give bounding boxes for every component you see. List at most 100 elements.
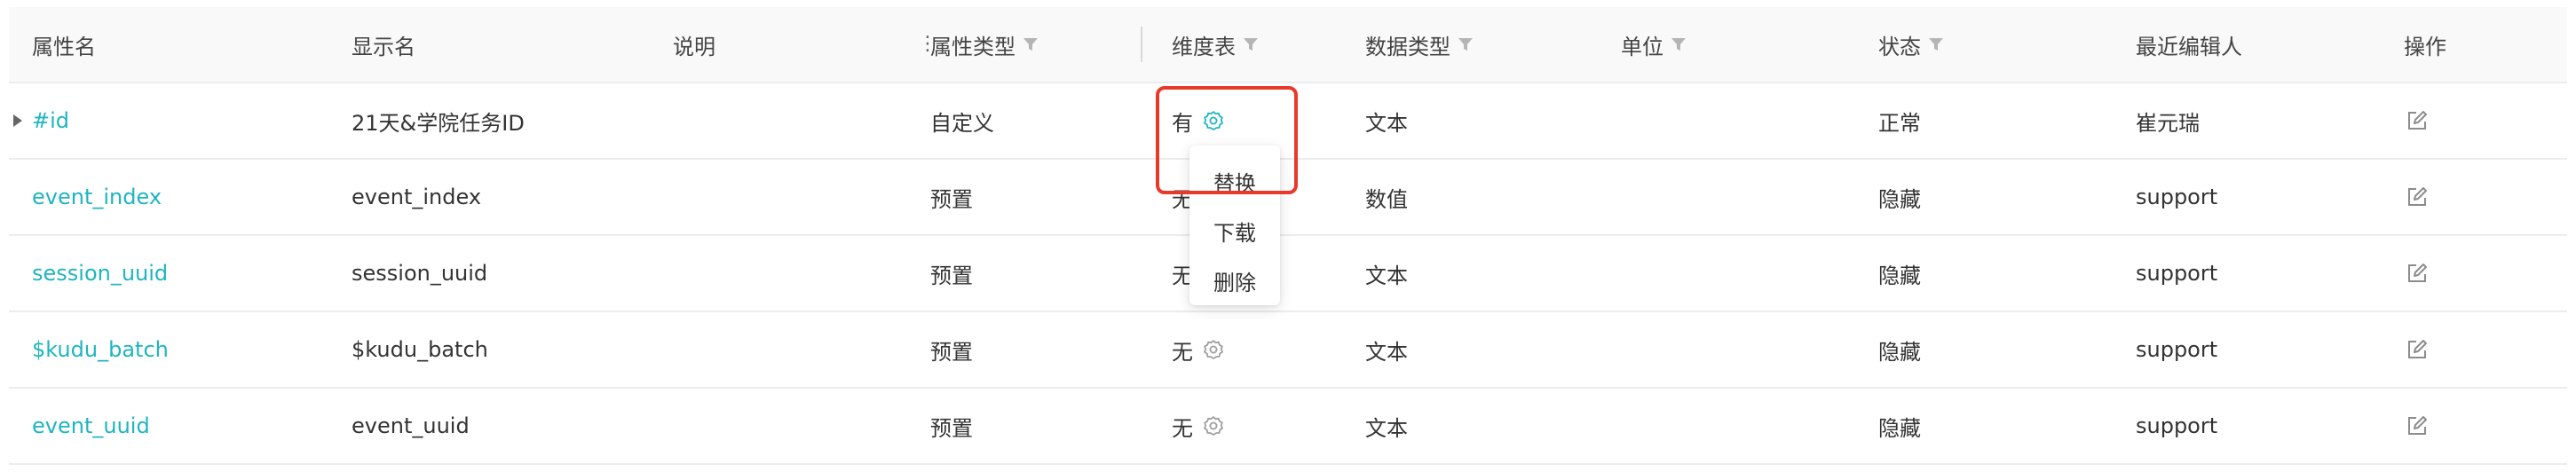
table-row: session_uuid session_uuid 预置 无 文本 隐藏 sup… bbox=[9, 236, 2567, 312]
editor-cell: support bbox=[2136, 160, 2217, 234]
col-header-display-name: 显示名 bbox=[352, 7, 415, 82]
status-cell: 正常 bbox=[1878, 83, 1921, 158]
filter-icon[interactable] bbox=[1458, 36, 1474, 52]
edit-button[interactable] bbox=[2406, 160, 2429, 234]
col-header-editor: 最近编辑人 bbox=[2136, 7, 2242, 82]
display-name-cell: event_uuid bbox=[352, 389, 470, 463]
attr-name-link[interactable]: event_index bbox=[32, 160, 162, 234]
editor-label: support bbox=[2136, 261, 2218, 286]
edit-button[interactable] bbox=[2406, 236, 2429, 311]
dim-table-cell: 无 bbox=[1172, 389, 1225, 463]
attr-name-link[interactable]: $kudu_batch bbox=[32, 312, 169, 387]
data-type-cell: 文本 bbox=[1365, 312, 1408, 387]
display-name-label: event_index bbox=[352, 185, 482, 209]
attr-type-label: 自定义 bbox=[930, 110, 994, 136]
col-header-actions: 操作 bbox=[2404, 7, 2446, 82]
menu-item-download-label[interactable]: 下载 bbox=[1213, 216, 1256, 247]
edit-icon[interactable] bbox=[2406, 109, 2429, 132]
display-name-cell: 21天&学院任务ID bbox=[352, 83, 525, 158]
filter-icon[interactable] bbox=[1243, 36, 1259, 52]
editor-label: support bbox=[2136, 337, 2218, 362]
edit-icon[interactable] bbox=[2406, 262, 2429, 285]
status-label: 隐藏 bbox=[1878, 263, 1921, 288]
data-type-label: 文本 bbox=[1365, 263, 1408, 288]
editor-label: 崔元瑞 bbox=[2136, 110, 2200, 136]
column-divider[interactable] bbox=[1141, 27, 1142, 62]
data-type-label: 文本 bbox=[1365, 339, 1408, 365]
status-cell: 隐藏 bbox=[1878, 312, 1921, 387]
display-name-label: session_uuid bbox=[352, 261, 488, 286]
dim-table-label: 无 bbox=[1172, 339, 1193, 365]
edit-icon[interactable] bbox=[2406, 185, 2429, 208]
table-row: #id 21天&学院任务ID 自定义 有 文本 正常 崔元瑞 bbox=[9, 83, 2567, 160]
status-label: 正常 bbox=[1878, 110, 1921, 136]
attr-type-label: 预置 bbox=[930, 415, 973, 441]
attr-name-label[interactable]: event_uuid bbox=[32, 413, 150, 438]
editor-cell: support bbox=[2136, 236, 2217, 311]
menu-item-delete-label[interactable]: 删除 bbox=[1213, 265, 1256, 296]
display-name-label: 21天&学院任务ID bbox=[352, 110, 525, 136]
col-header-unit: 单位 bbox=[1621, 7, 1687, 82]
col-header-unit-label: 单位 bbox=[1621, 34, 1663, 59]
data-type-cell: 文本 bbox=[1365, 83, 1408, 158]
table-header: 属性名 显示名 说明 ⋮ 属性类型 维度表 数据类型 单位 状态 最近编辑人 操… bbox=[9, 7, 2567, 83]
caret-right-icon[interactable] bbox=[12, 83, 23, 158]
gear-icon[interactable] bbox=[1202, 414, 1225, 437]
status-label: 隐藏 bbox=[1878, 415, 1921, 441]
attr-name-label[interactable]: event_index bbox=[32, 185, 162, 209]
display-name-cell: $kudu_batch bbox=[352, 312, 488, 387]
dim-table-cell: 无 bbox=[1172, 312, 1225, 387]
edit-button[interactable] bbox=[2406, 312, 2429, 387]
col-header-name: 属性名 bbox=[32, 7, 96, 82]
gear-icon[interactable] bbox=[1202, 338, 1225, 361]
editor-cell: support bbox=[2136, 312, 2217, 387]
status-cell: 隐藏 bbox=[1878, 389, 1921, 463]
attr-type-cell: 预置 bbox=[930, 160, 973, 234]
col-header-status-label: 状态 bbox=[1878, 34, 1921, 59]
table-row: event_uuid event_uuid 预置 无 文本 隐藏 support bbox=[9, 389, 2567, 465]
editor-cell: 崔元瑞 bbox=[2136, 83, 2200, 158]
col-header-actions-label: 操作 bbox=[2404, 34, 2446, 59]
status-label: 隐藏 bbox=[1878, 339, 1921, 365]
menu-item-delete[interactable]: 删除 bbox=[1189, 256, 1280, 305]
filter-icon[interactable] bbox=[1671, 36, 1687, 52]
col-header-attr-type-label: 属性类型 bbox=[930, 34, 1015, 59]
data-type-cell: 数值 bbox=[1365, 160, 1408, 234]
attr-name-link[interactable]: event_uuid bbox=[32, 389, 150, 463]
attr-type-cell: 预置 bbox=[930, 312, 973, 387]
attr-type-cell: 预置 bbox=[930, 236, 973, 311]
attr-name-link[interactable]: #id bbox=[32, 83, 69, 158]
dim-table-menu: 替换 下载 删除 bbox=[1189, 146, 1280, 305]
status-label: 隐藏 bbox=[1878, 186, 1921, 212]
attr-name-label[interactable]: #id bbox=[32, 108, 69, 133]
menu-item-download[interactable]: 下载 bbox=[1189, 206, 1280, 256]
attr-type-label: 预置 bbox=[930, 186, 973, 212]
edit-button[interactable] bbox=[2406, 389, 2429, 463]
edit-icon[interactable] bbox=[2406, 338, 2429, 361]
col-header-data-type: 数据类型 bbox=[1365, 7, 1474, 82]
gear-icon[interactable] bbox=[1202, 109, 1225, 132]
editor-cell: support bbox=[2136, 389, 2217, 463]
data-type-label: 数值 bbox=[1365, 186, 1408, 212]
col-header-description-label: 说明 bbox=[673, 34, 715, 59]
filter-icon[interactable] bbox=[1928, 36, 1944, 52]
menu-item-replace-label[interactable]: 替换 bbox=[1213, 166, 1256, 197]
data-type-cell: 文本 bbox=[1365, 389, 1408, 463]
col-header-name-label: 属性名 bbox=[32, 34, 96, 59]
filter-icon[interactable] bbox=[1023, 36, 1039, 52]
display-name-label: $kudu_batch bbox=[352, 337, 488, 362]
dim-table-label: 有 bbox=[1172, 110, 1193, 136]
edit-icon[interactable] bbox=[2406, 414, 2429, 437]
edit-button[interactable] bbox=[2406, 83, 2429, 158]
attr-type-label: 预置 bbox=[930, 263, 973, 288]
attr-name-link[interactable]: session_uuid bbox=[32, 236, 168, 311]
editor-label: support bbox=[2136, 185, 2218, 209]
display-name-cell: event_index bbox=[352, 160, 481, 234]
attr-type-label: 预置 bbox=[930, 339, 973, 365]
menu-item-replace[interactable]: 替换 bbox=[1189, 156, 1280, 206]
display-name-cell: session_uuid bbox=[352, 236, 487, 311]
attr-name-label[interactable]: $kudu_batch bbox=[32, 337, 169, 362]
attr-name-label[interactable]: session_uuid bbox=[32, 261, 168, 286]
col-header-editor-label: 最近编辑人 bbox=[2136, 34, 2242, 59]
drag-handle-icon[interactable]: ⋮ bbox=[918, 35, 937, 54]
